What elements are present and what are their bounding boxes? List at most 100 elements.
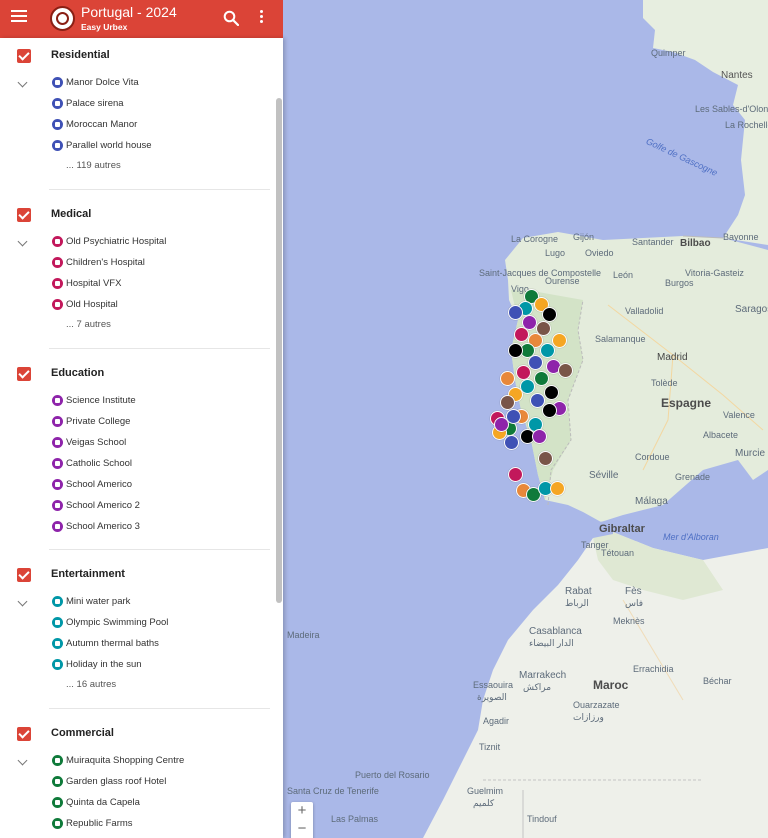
map-marker-pin[interactable] [508, 305, 523, 320]
more-vert-icon[interactable] [258, 10, 264, 26]
place-marker-icon [52, 77, 63, 88]
menu-icon[interactable] [11, 10, 27, 24]
map-marker-pin[interactable] [538, 451, 553, 466]
map-marker-pin[interactable] [534, 371, 549, 386]
list-item-label: Republic Farms [66, 818, 133, 829]
list-item[interactable]: Private College [52, 411, 130, 432]
label-nantes: Nantes [721, 70, 753, 81]
zoom-out-button[interactable]: − [291, 820, 313, 838]
label-leon: León [613, 270, 634, 280]
list-item[interactable]: Old Psychiatric Hospital [52, 231, 166, 252]
list-item[interactable]: Holiday in the sun [52, 654, 142, 675]
chevron-down-icon[interactable] [17, 596, 28, 607]
map-marker-pin[interactable] [542, 403, 557, 418]
map-marker-pin[interactable] [544, 385, 559, 400]
list-item[interactable]: Manor Dolce Vita [52, 72, 139, 93]
list-item[interactable]: Muiraquita Shopping Centre [52, 750, 184, 771]
label-fes-ar: فاس [625, 598, 644, 608]
map-marker-pin[interactable] [552, 333, 567, 348]
place-marker-icon [52, 521, 63, 532]
layer-checkbox[interactable] [17, 568, 31, 582]
label-oviedo: Oviedo [585, 248, 614, 258]
map-marker-pin[interactable] [508, 343, 523, 358]
layer-divider [49, 348, 270, 349]
list-item-label: Veigas School [66, 437, 127, 448]
place-marker-icon [52, 776, 63, 787]
more-items-link[interactable]: ... 16 autres [66, 679, 116, 690]
label-grenade: Grenade [675, 472, 711, 482]
place-marker-icon [52, 479, 63, 490]
layer-divider [49, 708, 270, 709]
list-item[interactable]: Olympic Swimming Pool [52, 612, 168, 633]
zoom-in-button[interactable]: + [291, 802, 313, 820]
label-bilbao: Bilbao [680, 238, 711, 249]
more-items-link[interactable]: ... 119 autres [66, 160, 121, 171]
label-valence: Valence [723, 410, 755, 420]
label-madeira: Madeira [287, 630, 320, 640]
list-item[interactable]: Quinta da Capela [52, 792, 140, 813]
map-marker-pin[interactable] [558, 363, 573, 378]
layer-title[interactable]: Residential [51, 49, 110, 61]
layer-checkbox[interactable] [17, 367, 31, 381]
list-item[interactable]: Moroccan Manor [52, 114, 137, 135]
map-marker-pin[interactable] [542, 307, 557, 322]
list-item-label: Olympic Swimming Pool [66, 617, 169, 628]
place-marker-icon [52, 458, 63, 469]
chevron-down-icon[interactable] [17, 755, 28, 766]
map-marker-pin[interactable] [516, 365, 531, 380]
list-item[interactable]: School Americo [52, 474, 132, 495]
layer-title[interactable]: Education [51, 367, 104, 379]
map-marker-pin[interactable] [500, 395, 515, 410]
list-item[interactable]: Children's Hospital [52, 252, 145, 273]
list-item-label: School Americo [66, 479, 133, 490]
search-icon[interactable] [223, 10, 239, 26]
list-item[interactable]: Parallel world house [52, 135, 152, 156]
list-item[interactable]: School Americo 2 [52, 495, 140, 516]
place-marker-icon [52, 257, 63, 268]
label-guelmim-ar: كلميم [473, 798, 495, 808]
label-albacete: Albacete [703, 430, 739, 440]
label-malaga: Málaga [635, 496, 668, 507]
map-marker-pin[interactable] [494, 417, 509, 432]
chevron-down-icon[interactable] [17, 236, 28, 247]
label-marrakech: Marrakech [519, 670, 567, 681]
list-item[interactable]: Hospital VFX [52, 273, 121, 294]
map-marker-pin[interactable] [504, 435, 519, 450]
label-casablanca: Casablanca [529, 626, 582, 637]
layer-title[interactable]: Commercial [51, 727, 114, 739]
map-marker-pin[interactable] [528, 355, 543, 370]
place-marker-icon [52, 395, 63, 406]
map-marker-pin[interactable] [550, 481, 565, 496]
list-item[interactable]: Mini water park [52, 591, 130, 612]
place-marker-icon [52, 596, 63, 607]
chevron-down-icon[interactable] [17, 77, 28, 88]
map-marker-pin[interactable] [508, 467, 523, 482]
map-marker-pin[interactable] [500, 371, 515, 386]
list-item[interactable]: Palace sirena [52, 93, 124, 114]
place-marker-icon [52, 140, 63, 151]
place-marker-icon [52, 659, 63, 670]
list-item[interactable]: Autumn thermal baths [52, 633, 159, 654]
list-item[interactable]: Science Institute [52, 390, 136, 411]
map-canvas[interactable]: Nantes Quimper Les Sables-d'Olonne La Ro… [283, 0, 768, 838]
sidebar-scrollbar[interactable] [276, 98, 282, 603]
list-item[interactable]: Veigas School [52, 432, 126, 453]
place-marker-icon [52, 236, 63, 247]
layer-checkbox[interactable] [17, 208, 31, 222]
more-items-link[interactable]: ... 7 autres [66, 319, 111, 330]
label-alboran: Mer d'Alboran [663, 532, 719, 542]
list-item[interactable]: Catholic School [52, 453, 132, 474]
list-item[interactable]: Garden glass roof Hotel [52, 771, 166, 792]
layer-checkbox[interactable] [17, 49, 31, 63]
map-marker-pin[interactable] [514, 327, 529, 342]
layer-title[interactable]: Medical [51, 208, 91, 220]
list-item-label: Moroccan Manor [66, 119, 138, 130]
layer-divider [49, 189, 270, 190]
list-item[interactable]: Old Hospital [52, 294, 118, 315]
list-item[interactable]: School Americo 3 [52, 516, 140, 537]
map-marker-pin[interactable] [532, 429, 547, 444]
layer-checkbox[interactable] [17, 727, 31, 741]
list-item[interactable]: Republic Farms [52, 813, 133, 834]
list-item-label: School Americo 2 [66, 500, 140, 511]
layer-title[interactable]: Entertainment [51, 568, 125, 580]
